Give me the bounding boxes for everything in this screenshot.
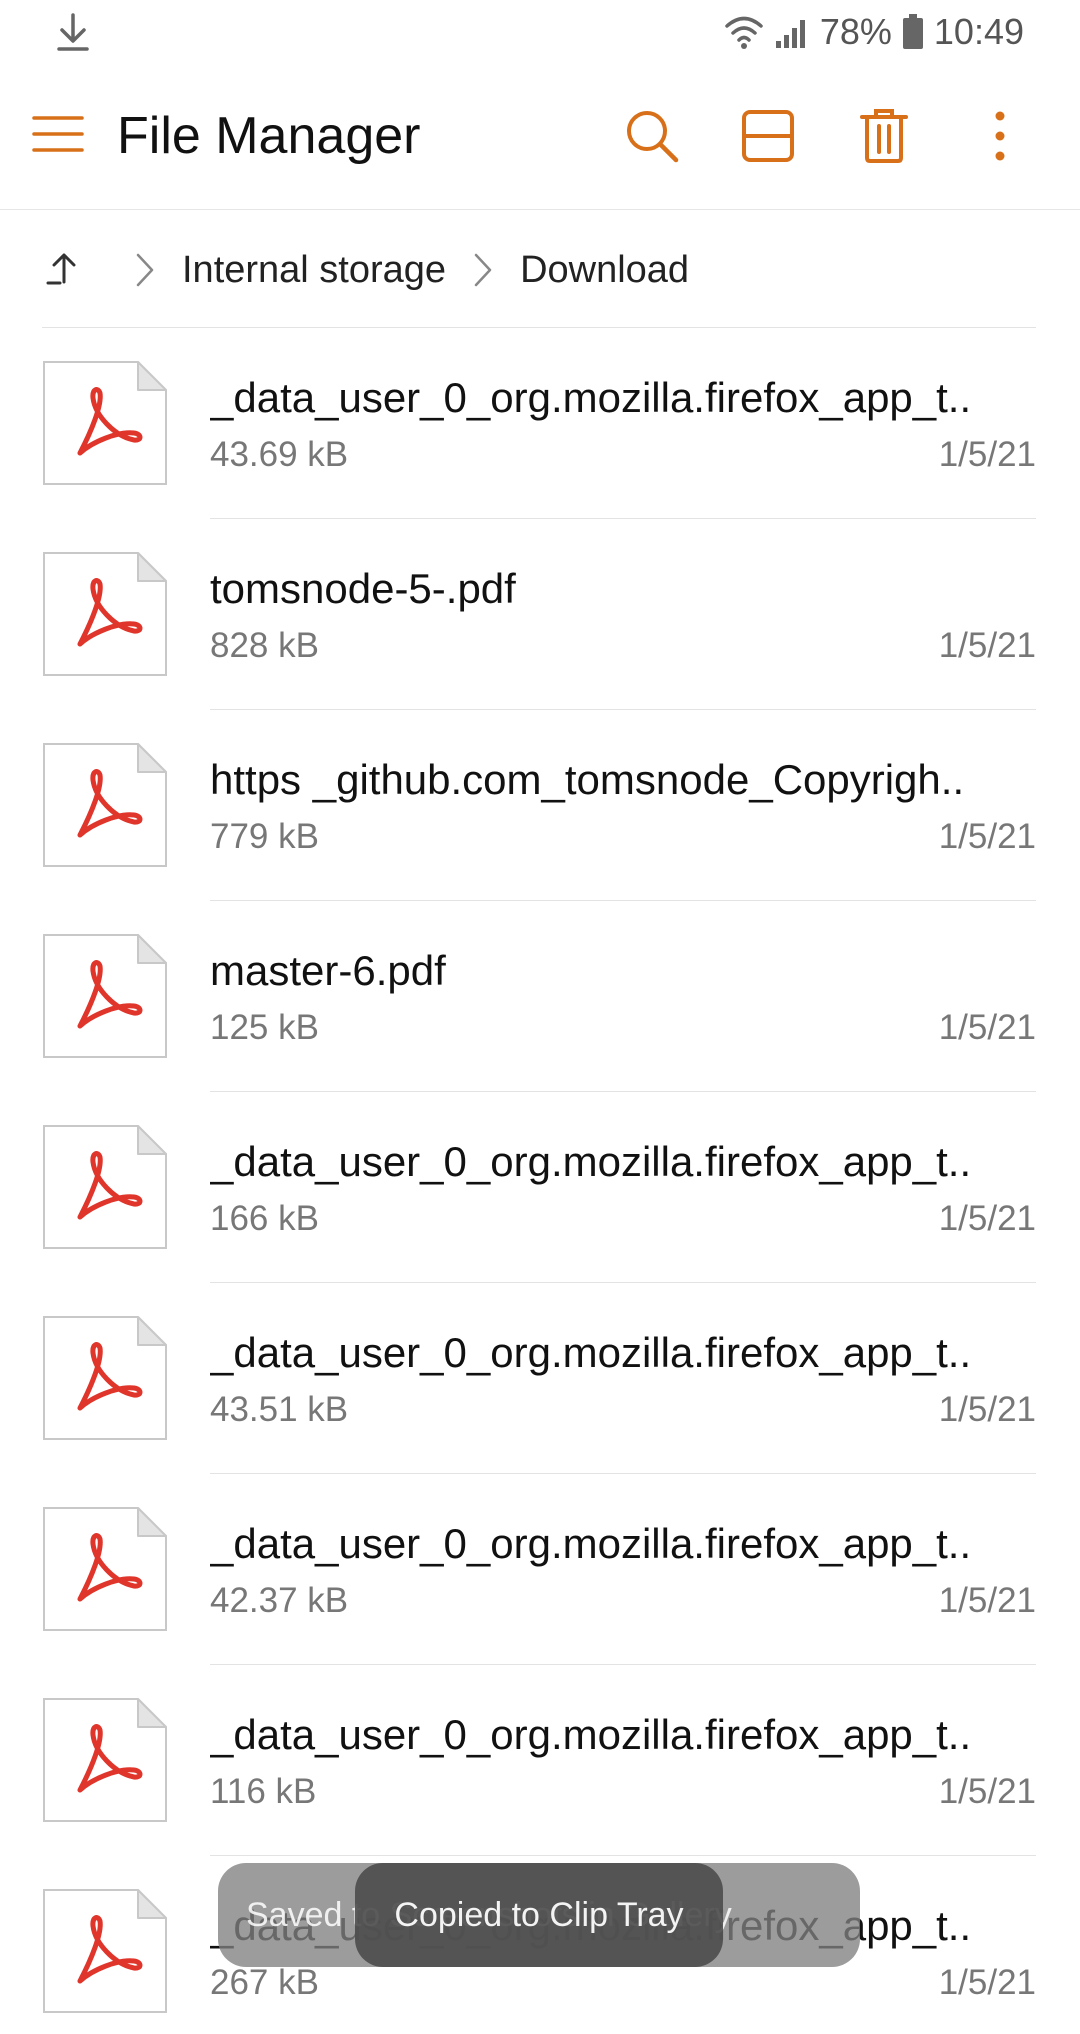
pdf-file-icon (42, 1697, 168, 1823)
file-size: 828 kB (210, 626, 319, 665)
more-options-button[interactable] (964, 102, 1036, 174)
pdf-file-icon (42, 360, 168, 486)
file-date: 1/5/21 (938, 1963, 1036, 2002)
pdf-file-icon (42, 1506, 168, 1632)
file-name: tomsnode-5-.pdf (210, 565, 516, 612)
file-row[interactable]: _data_user_0_org.mozilla.firefox_app_t..… (0, 328, 1080, 519)
file-row[interactable]: _data_user_0_org.mozilla.firefox_app_t..… (0, 1474, 1080, 1665)
signal-icon (774, 15, 810, 49)
chevron-right-icon (130, 248, 160, 292)
file-size: 43.69 kB (210, 435, 349, 474)
battery-icon (902, 14, 924, 50)
file-size: 116 kB (210, 1772, 317, 1811)
file-date: 1/5/21 (938, 1008, 1036, 1047)
pdf-file-icon (42, 1888, 168, 2014)
file-date: 1/5/21 (938, 817, 1036, 856)
file-name: _data_user_0_org.mozilla.firefox_app_t.. (210, 1520, 972, 1567)
layout-toggle-button[interactable] (732, 102, 804, 174)
file-row[interactable]: _data_user_0_org.mozilla.firefox_app_t..… (0, 1092, 1080, 1283)
file-name: https _github.com_tomsnode_Copyrigh.. (210, 756, 965, 803)
file-date: 1/5/21 (938, 1199, 1036, 1238)
menu-button[interactable] (30, 108, 86, 164)
battery-percent: 78% (819, 11, 892, 52)
file-name: _data_user_0_org.mozilla.firefox_app_t.. (210, 1711, 972, 1758)
file-row[interactable]: tomsnode-5-.pdf 828 kB 1/5/21 (0, 519, 1080, 710)
download-notification-icon (55, 12, 91, 52)
file-size: 166 kB (210, 1199, 319, 1238)
more-icon (994, 110, 1006, 167)
chevron-right-icon (468, 248, 498, 292)
file-size: 42.37 kB (210, 1581, 349, 1620)
file-row[interactable]: _data_user_0_org.mozilla.firefox_app_t..… (0, 1665, 1080, 1856)
file-date: 1/5/21 (938, 626, 1036, 665)
app-title: File Manager (117, 107, 421, 165)
file-name: master-6.pdf (210, 947, 446, 994)
file-row[interactable]: https _github.com_tomsnode_Copyrigh.. 77… (0, 710, 1080, 901)
file-size: 267 kB (210, 1963, 319, 2002)
file-size: 43.51 kB (210, 1390, 349, 1429)
search-icon (624, 108, 680, 169)
file-size: 779 kB (210, 817, 319, 856)
pdf-file-icon (42, 551, 168, 677)
toast-copied-clip-tray: Copied to Clip Tray (355, 1863, 723, 1967)
status-bar: 78% 10:49 (0, 0, 1080, 66)
wifi-icon (724, 15, 764, 49)
status-time: 10:49 (933, 11, 1024, 52)
layout-icon (741, 109, 795, 168)
file-name: _data_user_0_org.mozilla.firefox_app_t.. (210, 1329, 972, 1376)
file-row[interactable]: _data_user_0_org.mozilla.firefox_app_t..… (0, 1283, 1080, 1474)
navigate-up-button[interactable] (42, 248, 86, 292)
pdf-file-icon (42, 742, 168, 868)
file-name: _data_user_0_org.mozilla.firefox_app_t.. (210, 374, 972, 421)
hamburger-menu-icon (32, 114, 84, 159)
file-date: 1/5/21 (938, 1581, 1036, 1620)
breadcrumb: Internal storage Download (42, 230, 689, 310)
arrow-up-icon (46, 250, 82, 291)
breadcrumb-download[interactable]: Download (520, 248, 689, 292)
file-size: 125 kB (210, 1008, 319, 1047)
pdf-file-icon (42, 1124, 168, 1250)
search-button[interactable] (616, 102, 688, 174)
pdf-file-icon (42, 933, 168, 1059)
breadcrumb-internal-storage[interactable]: Internal storage (182, 248, 446, 292)
file-name: _data_user_0_org.mozilla.firefox_app_t.. (210, 1138, 972, 1185)
pdf-file-icon (42, 1315, 168, 1441)
delete-button[interactable] (848, 102, 920, 174)
file-date: 1/5/21 (938, 1390, 1036, 1429)
file-date: 1/5/21 (938, 1772, 1036, 1811)
file-list: _data_user_0_org.mozilla.firefox_app_t..… (0, 328, 1080, 2034)
file-date: 1/5/21 (938, 435, 1036, 474)
delete-icon (860, 108, 908, 169)
file-row[interactable]: master-6.pdf 125 kB 1/5/21 (0, 901, 1080, 1092)
app-bar: File Manager (0, 66, 1080, 210)
